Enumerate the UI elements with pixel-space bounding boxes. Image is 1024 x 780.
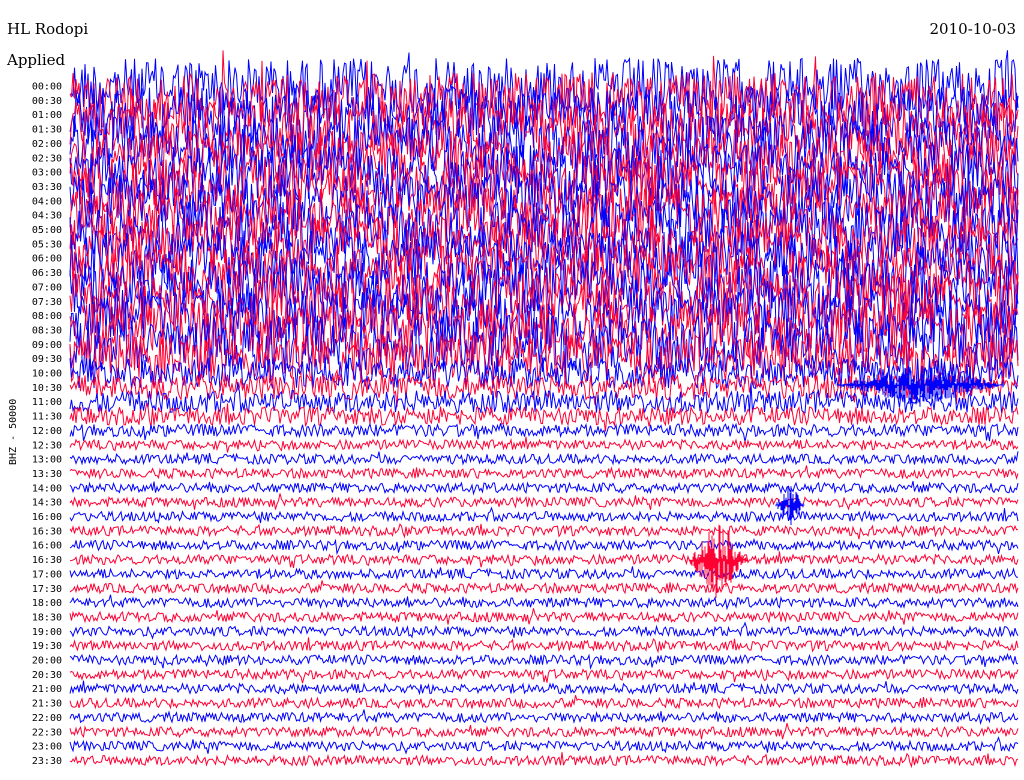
time-label: 04:30 bbox=[32, 211, 62, 222]
channel-label: BHZ - 50000 bbox=[8, 399, 19, 465]
time-label: 02:00 bbox=[32, 139, 62, 150]
time-label: 06:30 bbox=[32, 268, 62, 279]
time-label: 12:00 bbox=[32, 426, 62, 437]
filter-label: Applied bbox=[7, 51, 66, 69]
trace-2100 bbox=[69, 680, 1019, 696]
time-label: 16:00 bbox=[32, 541, 62, 552]
trace-1430 bbox=[69, 493, 1019, 511]
trace-1830 bbox=[69, 608, 1019, 625]
time-label: 13:00 bbox=[32, 455, 62, 466]
time-label: 07:00 bbox=[32, 282, 62, 293]
station-title: HL Rodopi bbox=[7, 20, 89, 38]
trace-2000 bbox=[69, 652, 1019, 671]
trace-1700 bbox=[69, 566, 1019, 581]
time-label: 21:00 bbox=[32, 684, 62, 695]
time-label: 13:30 bbox=[32, 469, 62, 480]
trace-1930 bbox=[69, 637, 1019, 654]
time-label: 03:00 bbox=[32, 168, 62, 179]
time-label: 22:30 bbox=[32, 727, 62, 738]
time-label: 12:30 bbox=[32, 440, 62, 451]
time-label: 11:30 bbox=[32, 412, 62, 423]
time-label: 22:00 bbox=[32, 713, 62, 724]
time-label: 16:00 bbox=[32, 512, 62, 523]
trace-1330 bbox=[69, 465, 1019, 481]
time-label: 03:30 bbox=[32, 182, 62, 193]
seismogram-plot: 00:00 00:30 01:00 01:30 02:00 02:30 03:00 03:30… bbox=[8, 50, 1019, 769]
time-label: 08:00 bbox=[32, 311, 62, 322]
time-label: 18:30 bbox=[32, 612, 62, 623]
trace-2130 bbox=[69, 695, 1019, 710]
trace-layer bbox=[69, 50, 1019, 769]
trace-1630 bbox=[69, 551, 1019, 569]
time-label: 00:00 bbox=[32, 82, 62, 93]
time-label: 16:30 bbox=[32, 555, 62, 566]
time-label: 10:30 bbox=[32, 383, 62, 394]
trace-1730 bbox=[69, 580, 1019, 596]
trace-1600 bbox=[69, 537, 1019, 556]
time-label: 11:00 bbox=[32, 397, 62, 408]
helicorder-page: HL Rodopi 2010-10-03 Applied 00:00 00:30 0… bbox=[0, 0, 1024, 780]
trace-1400 bbox=[69, 480, 1019, 496]
trace-1900 bbox=[69, 621, 1019, 640]
time-label: 10:00 bbox=[32, 369, 62, 380]
time-label: 17:30 bbox=[32, 584, 62, 595]
trace-2200 bbox=[69, 709, 1019, 726]
label-layer: 00:00 00:30 01:00 01:30 02:00 02:30 03:00 03:30… bbox=[8, 82, 62, 767]
time-label: 02:30 bbox=[32, 153, 62, 164]
time-label: 01:30 bbox=[32, 125, 62, 136]
event-burst bbox=[688, 524, 748, 598]
time-label: 08:30 bbox=[32, 325, 62, 336]
trace-2030 bbox=[69, 667, 1019, 684]
time-label: 09:00 bbox=[32, 340, 62, 351]
trace-1800 bbox=[69, 594, 1019, 611]
time-label: 07:30 bbox=[32, 297, 62, 308]
trace-1200 bbox=[69, 422, 1019, 442]
time-label: 19:30 bbox=[32, 641, 62, 652]
time-label: 14:30 bbox=[32, 498, 62, 509]
trace-1530 bbox=[69, 523, 1019, 540]
time-label: 20:30 bbox=[32, 670, 62, 681]
time-label: 18:00 bbox=[32, 598, 62, 609]
date-label: 2010-10-03 bbox=[929, 20, 1016, 38]
time-label: 05:30 bbox=[32, 239, 62, 250]
time-label: 21:30 bbox=[32, 699, 62, 710]
time-label: 01:00 bbox=[32, 110, 62, 121]
time-label: 16:30 bbox=[32, 526, 62, 537]
time-label: 06:00 bbox=[32, 254, 62, 265]
time-label: 17:00 bbox=[32, 569, 62, 580]
time-label: 23:30 bbox=[32, 756, 62, 767]
time-label: 00:30 bbox=[32, 96, 62, 107]
time-label: 14:00 bbox=[32, 483, 62, 494]
time-label: 09:30 bbox=[32, 354, 62, 365]
trace-1500 bbox=[69, 506, 1019, 524]
time-label: 04:00 bbox=[32, 196, 62, 207]
trace-1230 bbox=[69, 436, 1019, 453]
trace-2230 bbox=[69, 722, 1019, 740]
trace-2300 bbox=[69, 736, 1019, 755]
time-label: 05:00 bbox=[32, 225, 62, 236]
trace-1300 bbox=[69, 451, 1019, 466]
trace-2330 bbox=[69, 752, 1019, 769]
time-label: 23:00 bbox=[32, 742, 62, 753]
time-label: 19:00 bbox=[32, 627, 62, 638]
time-label: 20:00 bbox=[32, 656, 62, 667]
